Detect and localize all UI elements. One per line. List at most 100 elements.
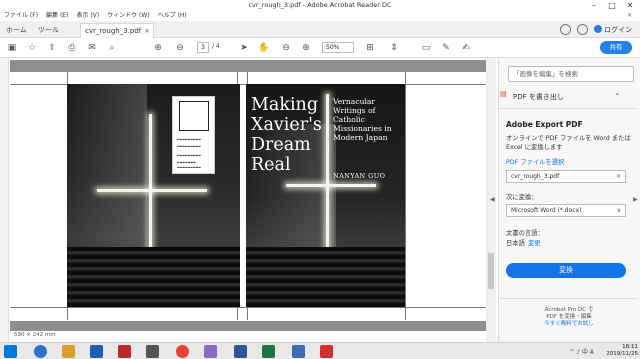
file-explorer-icon[interactable] [62,345,75,358]
expand-panel-icon[interactable]: ▶ [633,196,638,203]
qr-code-icon [179,101,209,131]
cursor-icon[interactable]: ➤ [238,42,250,54]
close-document-icon[interactable]: × [627,11,632,21]
barcode-label: ▬▬▬▬▬▬▬▬▬ ▬▬▬▬▬▬▬▬▬ ▬▬▬▬▬▬▬▬▬ ▬▬▬▬▬▬▬ ▬▬… [172,96,215,174]
acrobat-window: cvr_rough_3.pdf - Adobe Acrobat Reader D… [0,0,640,359]
chrome-icon[interactable] [176,345,189,358]
search-icon[interactable]: ⌕ [106,42,118,54]
zoom-out-icon[interactable]: ⊖ [280,42,292,54]
share-button[interactable]: 共有 [600,41,632,54]
page-bottom-margin [10,321,490,331]
start-button-icon[interactable] [4,345,17,358]
zoom-in-icon[interactable]: ⊕ [300,42,312,54]
selected-file-field: cvr_rough_3.pdf × [506,170,626,183]
export-pdf-icon: ▤ [500,90,507,98]
menu-bar: ファイル (F) 編集 (E) 表示 (V) ウィンドウ (W) ヘルプ (H) × [0,11,640,21]
selected-file-name: cvr_rough_3.pdf [511,173,560,180]
comment-icon[interactable]: ▭ [420,42,432,54]
clock-date: 2019/11/25 [606,351,638,357]
account-icon[interactable] [594,25,602,33]
convert-to-value: Microsoft Word (*.docx) [511,207,582,214]
chapel-pews [246,247,405,307]
highlight-icon[interactable]: ✎ [440,42,452,54]
divider [500,108,638,109]
left-panel-toggle[interactable] [0,58,9,342]
crop-line-right [405,72,406,320]
promo-line-1: Acrobat Pro DC で [544,307,594,313]
minimize-button[interactable]: – [584,0,604,11]
menu-window[interactable]: ウィンドウ (W) [107,12,150,19]
outlook-icon[interactable] [90,345,103,358]
edge-browser-icon[interactable] [34,345,47,358]
clear-file-icon[interactable]: × [616,171,621,183]
cross-light-horizontal [97,189,207,192]
cover-author: NANYAN GUO [333,172,386,180]
fit-page-icon[interactable]: ⊞ [364,42,376,54]
save-icon[interactable]: ▣ [6,42,18,54]
cross-light-horizontal [286,184,376,187]
maximize-button[interactable]: □ [602,0,622,11]
notification-icon[interactable] [577,24,588,35]
zoom-select[interactable]: 50% [322,42,354,53]
label-line: ▬▬▬▬▬▬▬ [177,160,196,164]
login-link[interactable]: ログイン [604,25,632,35]
convert-to-select[interactable]: Microsoft Word (*.docx) ∨ [506,204,626,217]
cover-title: Making Xavier's Dream Real [251,95,322,175]
promo-line-2: PDF を変換・編集 [546,314,592,320]
tab-document[interactable]: cvr_rough_3.pdf × [80,23,154,38]
app-icon-purple[interactable] [204,345,217,358]
tab-home[interactable]: ホーム [6,25,27,35]
select-file-link[interactable]: PDF ファイルを選択 [506,157,564,166]
menu-edit[interactable]: 編集 (E) [46,12,68,19]
hand-icon[interactable]: ✋ [258,42,270,54]
excel-icon[interactable] [262,345,275,358]
clock-time: 18:11 [622,344,638,350]
menu-view[interactable]: 表示 (V) [76,12,99,19]
promo-link[interactable]: 今すぐ無料でお試し [506,321,632,328]
print-icon[interactable]: ⎙ [66,42,78,54]
close-window-button[interactable]: ✕ [620,0,640,11]
change-language-link[interactable]: 変更 [528,238,541,247]
language-value: 日本語 [506,240,525,247]
tool-search-input[interactable]: 「画像を編集」を検索 [508,66,634,82]
sign-icon[interactable]: ✍ [460,42,472,54]
app-icon-red[interactable] [118,345,131,358]
app-icon-blue[interactable] [292,345,305,358]
email-icon[interactable]: ✉ [86,42,98,54]
chevron-up-icon[interactable]: ⌃ [614,92,621,101]
export-pdf-heading: Adobe Export PDF [506,120,583,129]
system-tray-icons[interactable]: ^ ♪ 中 A [569,347,594,356]
acrobat-icon[interactable] [320,345,333,358]
scroll-mode-icon[interactable]: ⇕ [388,42,400,54]
collapse-panel-icon[interactable]: ◀ [490,196,495,203]
toolbar: ▣ ☆ ⇪ ⎙ ✉ ⌕ ⊕ ⊖ 3 / 4 ➤ ✋ ⊖ ⊕ 50% ⊞ ⇕ ▭ … [0,38,640,58]
language-label: 文書の言語： [506,230,544,237]
word-icon[interactable] [234,345,247,358]
close-tab-icon[interactable]: × [144,27,150,35]
windows-taskbar: ^ ♪ 中 A 18:11 2019/11/25 [0,342,640,359]
help-icon[interactable] [560,24,571,35]
page-number-input[interactable]: 3 [197,42,209,53]
convert-button[interactable]: 変換 [506,263,626,278]
app-icon-gray[interactable] [146,345,159,358]
export-pdf-section[interactable]: PDF を書き出し [513,92,564,102]
window-title: cvr_rough_3.pdf - Adobe Acrobat Reader D… [248,1,392,9]
tab-tools[interactable]: ツール [38,25,59,35]
cover-subtitle: Vernacular Writings of Catholic Missiona… [333,97,392,142]
tab-bar: ホーム ツール cvr_rough_3.pdf × ログイン [0,21,640,38]
tab-document-label: cvr_rough_3.pdf [85,27,142,35]
menu-help[interactable]: ヘルプ (H) [158,12,187,19]
star-icon[interactable]: ☆ [26,42,38,54]
crop-line-bottom [10,307,490,308]
upload-icon[interactable]: ⇪ [46,42,58,54]
next-page-icon[interactable]: ⊖ [174,42,186,54]
promo-box: Acrobat Pro DC で PDF を変換・編集 今すぐ無料でお試し [506,307,632,328]
label-line: ▬▬▬▬▬▬▬▬▬ [177,153,201,157]
scroll-thumb[interactable] [488,253,494,289]
chevron-down-icon: ∨ [616,207,621,214]
clock[interactable]: 18:11 2019/11/25 [606,344,638,358]
label-line: ▬▬▬▬▬▬▬▬▬ [177,137,201,141]
wall-light [67,84,147,254]
prev-page-icon[interactable]: ⊕ [152,42,164,54]
menu-file[interactable]: ファイル (F) [4,12,38,19]
